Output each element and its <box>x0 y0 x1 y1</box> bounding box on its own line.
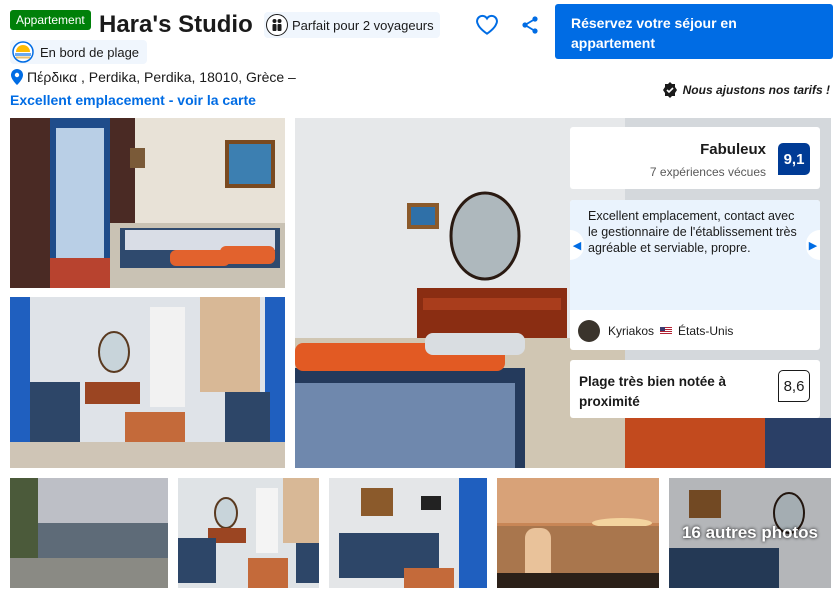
address-text: Πέρδικα , Perdika, Perdika, 18010, Grèce… <box>27 69 296 85</box>
reviewer: Kyriakos États-Unis <box>578 320 733 342</box>
beach-rating-label: Plage très bien notée à proximité <box>579 374 727 409</box>
thumb-living-room[interactable] <box>178 478 319 588</box>
more-photos-overlay[interactable]: 16 autres photos <box>669 478 831 588</box>
chevron-left-icon: ◀ <box>572 239 582 252</box>
chevron-right-icon: ▶ <box>808 239 818 252</box>
review-card: Excellent emplacement, contact avec le g… <box>570 200 820 350</box>
map-pin-icon <box>11 69 23 85</box>
rating-card[interactable]: Fabuleux 7 expériences vécues 9,1 <box>570 127 820 189</box>
reserve-button[interactable]: Réservez votre séjour en appartement <box>555 4 833 59</box>
rating-label: Fabuleux <box>700 141 766 158</box>
beachfront-label: En bord de plage <box>40 44 140 60</box>
property-title: Hara's Studio <box>99 11 253 38</box>
thumb-sunset[interactable] <box>497 478 659 588</box>
address: Πέρδικα , Perdika, Perdika, 18010, Grèce… <box>10 68 296 86</box>
review-text: Excellent emplacement, contact avec le g… <box>570 200 820 310</box>
us-flag-icon <box>660 327 673 335</box>
people-icon <box>266 14 288 36</box>
review-count: 7 expériences vécues <box>649 165 766 179</box>
price-match-note[interactable]: Nous ajustons nos tarifs ! <box>662 82 830 98</box>
photo-bedroom-door[interactable] <box>10 118 285 288</box>
avatar <box>578 320 600 342</box>
travelers-label: Parfait pour 2 voyageurs <box>292 17 434 33</box>
beach-sun-icon <box>12 41 34 63</box>
property-type-badge: Appartement <box>10 10 91 30</box>
price-tag-check-icon <box>662 82 677 98</box>
thumb-sofa[interactable] <box>329 478 487 588</box>
photo-living-room[interactable] <box>10 297 285 468</box>
reviewer-country: États-Unis <box>678 324 734 338</box>
price-match-label: Nous ajustons nos tarifs ! <box>682 83 830 97</box>
location-map-link[interactable]: Excellent emplacement - voir la carte <box>10 92 256 108</box>
beach-rating-score: 8,6 <box>778 370 810 402</box>
heart-icon[interactable] <box>474 12 500 38</box>
thumb-sea-view[interactable] <box>10 478 168 588</box>
beachfront-badge: En bord de plage <box>10 40 148 64</box>
travelers-pill: Parfait pour 2 voyageurs <box>264 12 440 38</box>
reviewer-name: Kyriakos <box>608 324 655 338</box>
beach-rating-card: Plage très bien notée à proximité 8,6 <box>570 360 820 418</box>
share-icon[interactable] <box>518 13 542 37</box>
rating-score: 9,1 <box>778 143 810 175</box>
